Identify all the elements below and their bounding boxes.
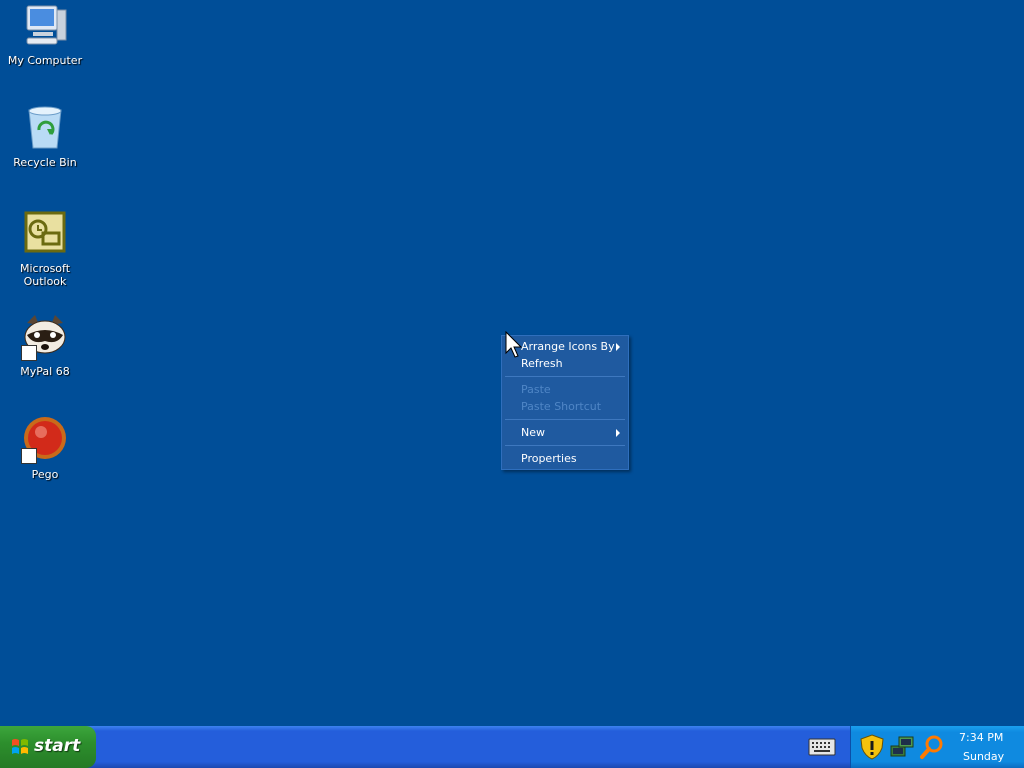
mouse-pointer-icon: [505, 331, 523, 358]
desktop-icon-label: MyPal 68: [20, 365, 70, 378]
keyboard-icon[interactable]: [808, 735, 836, 759]
desktop-icon-label: Pego: [31, 468, 59, 481]
search-icon[interactable]: [919, 734, 945, 760]
pego-icon: [21, 416, 69, 464]
desktop-icon-recycle-bin[interactable]: Recycle Bin: [0, 104, 90, 169]
desktop[interactable]: My Computer Recycle Bin Microsoft Outloo…: [0, 0, 1024, 726]
desktop-icon-label: Microsoft Outlook: [19, 262, 71, 288]
submenu-arrow-icon: [616, 429, 620, 437]
menu-separator: [505, 419, 625, 420]
clock-time: 7:34 PM: [959, 731, 1004, 744]
computer-icon: [21, 2, 69, 50]
mypal-icon: [21, 313, 69, 361]
network-icon[interactable]: [889, 734, 915, 760]
desktop-icon-pego[interactable]: Pego: [0, 416, 90, 481]
start-button[interactable]: start: [0, 726, 96, 768]
desktop-icon-mypal-68[interactable]: MyPal 68: [0, 313, 90, 378]
submenu-arrow-icon: [616, 343, 620, 351]
windows-logo-icon: [12, 739, 28, 754]
shortcut-arrow-icon: [21, 345, 37, 361]
security-shield-icon[interactable]: [859, 734, 885, 760]
menu-item-new[interactable]: New: [502, 424, 628, 441]
system-tray: 7:34 PM Sunday: [850, 726, 1024, 768]
menu-separator: [505, 445, 625, 446]
menu-item-properties[interactable]: Properties: [502, 450, 628, 467]
desktop-icon-my-computer[interactable]: My Computer: [0, 2, 90, 67]
start-label: start: [34, 736, 81, 756]
shortcut-arrow-icon: [21, 448, 37, 464]
outlook-icon: [21, 210, 69, 258]
desktop-icon-label: Recycle Bin: [13, 156, 77, 169]
menu-item-paste-shortcut: Paste Shortcut: [521, 400, 602, 413]
clock-day: Sunday: [963, 750, 1005, 763]
menu-item-paste: Paste: [521, 383, 551, 396]
desktop-icon-microsoft-outlook[interactable]: Microsoft Outlook: [0, 210, 90, 288]
menu-separator: [505, 376, 625, 377]
taskbar: start 7:34 PM Sunday: [0, 726, 1024, 768]
recycle-bin-icon: [21, 104, 69, 152]
desktop-icon-label: My Computer: [7, 54, 83, 67]
